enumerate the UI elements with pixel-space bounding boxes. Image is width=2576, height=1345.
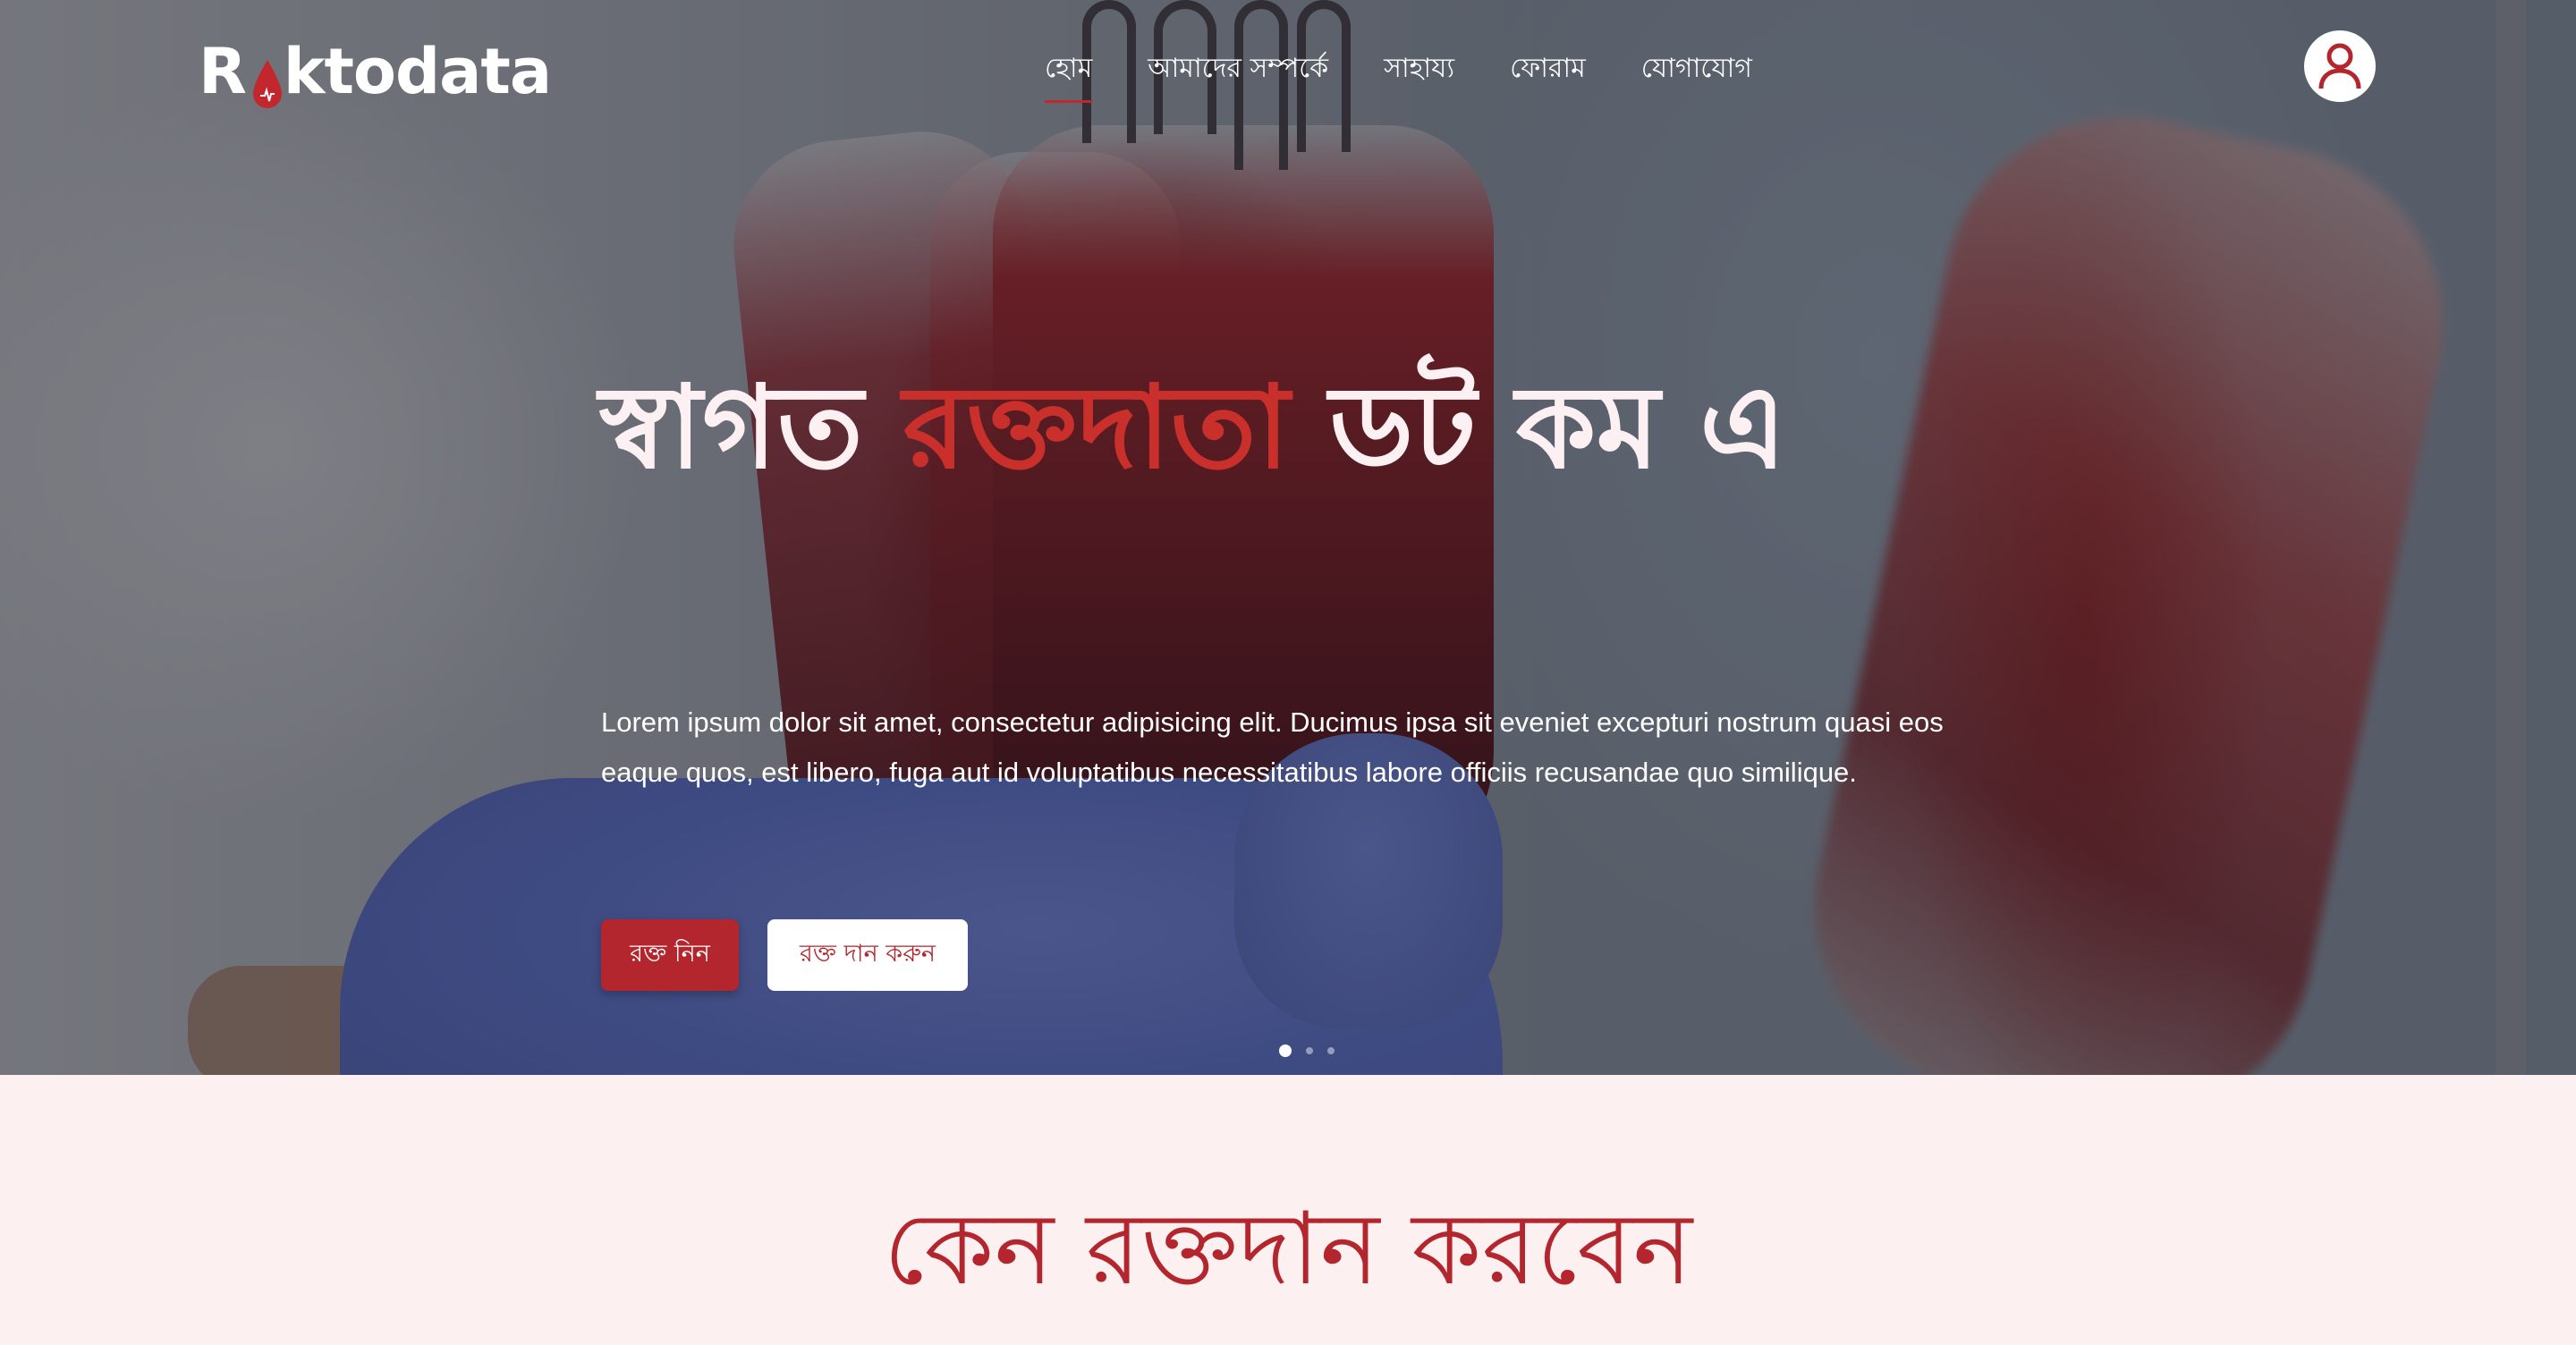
carousel-indicators: [1279, 1045, 1335, 1057]
nav-item-contact[interactable]: যোগাযোগ: [1641, 47, 1752, 103]
hero-banner: R ktodata হোম আমাদের সম্পর্কে সাহায্য ফো…: [0, 0, 2576, 1075]
logo-text-prefix: R: [199, 35, 247, 108]
main-nav: হোম আমাদের সম্পর্কে সাহায্য ফোরাম যোগাযো…: [1045, 47, 1752, 103]
nav-item-home[interactable]: হোম: [1045, 47, 1093, 103]
nav-item-about[interactable]: আমাদের সম্পর্কে: [1148, 47, 1328, 103]
user-icon: [2318, 43, 2361, 89]
hero-description: Lorem ipsum dolor sit amet, consectetur …: [601, 706, 1944, 788]
blood-drop-icon: [250, 54, 282, 108]
get-blood-button[interactable]: রক্ত নিন: [601, 919, 739, 991]
nav-item-forum[interactable]: ফোরাম: [1510, 47, 1586, 103]
nav-item-help[interactable]: সাহায্য: [1384, 47, 1454, 103]
donate-blood-button[interactable]: রক্ত দান করুন: [767, 919, 968, 991]
hero-title-accent: রক্তদাতা: [902, 361, 1290, 495]
section-title: কেন রক্তদান করবেন: [883, 1191, 1693, 1307]
hero-title: স্বাগত রক্তদাতা ডট কম এ: [599, 365, 1941, 492]
carousel-dot[interactable]: [1306, 1047, 1313, 1054]
hero-dark-overlay: [0, 0, 2576, 1075]
account-button[interactable]: [2304, 30, 2376, 102]
hero-title-start: স্বাগত: [599, 361, 903, 495]
site-logo[interactable]: R ktodata: [199, 35, 552, 108]
hero-title-end: ডট কম এ: [1289, 361, 1787, 495]
carousel-dot[interactable]: [1327, 1047, 1335, 1054]
logo-text-suffix: ktodata: [283, 35, 552, 108]
why-donate-section: কেন রক্তদান করবেন: [0, 1075, 2576, 1345]
carousel-dot[interactable]: [1279, 1045, 1292, 1057]
